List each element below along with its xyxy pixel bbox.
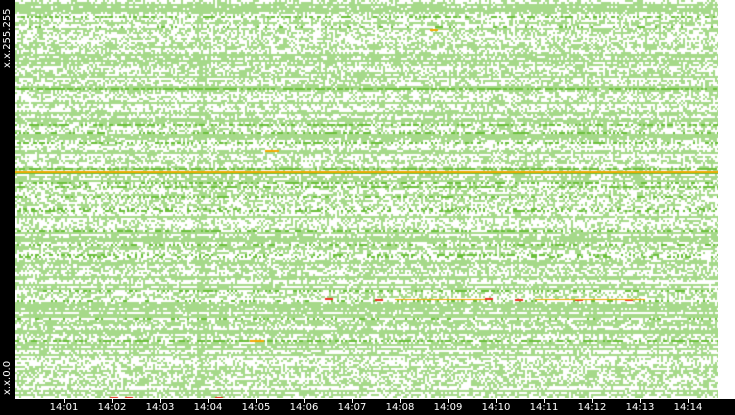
x-tick-label: 14:11 — [529, 402, 559, 413]
x-tick-label: 14:05 — [241, 402, 271, 413]
x-tick-label: 14:08 — [385, 402, 415, 413]
x-tick-label: 14:12 — [577, 402, 607, 413]
x-tick-label: 14:01 — [49, 402, 79, 413]
x-tick-label: 14:10 — [481, 402, 511, 413]
heatmap-canvas[interactable] — [15, 0, 718, 398]
x-tick-label: 14:13 — [625, 402, 655, 413]
x-tick-label: 14:02 — [97, 402, 127, 413]
x-tick-label: 14:14 — [673, 402, 703, 413]
x-tick-label: 14:03 — [145, 402, 175, 413]
x-tick-label: 14:04 — [193, 402, 223, 413]
y-label-top: x.x.255.255 — [2, 8, 13, 68]
y-label-bottom: x.x.0.0 — [2, 360, 13, 395]
x-tick-label: 14:09 — [433, 402, 463, 413]
x-tick-label: 14:06 — [289, 402, 319, 413]
x-tick-label: 14:07 — [337, 402, 367, 413]
